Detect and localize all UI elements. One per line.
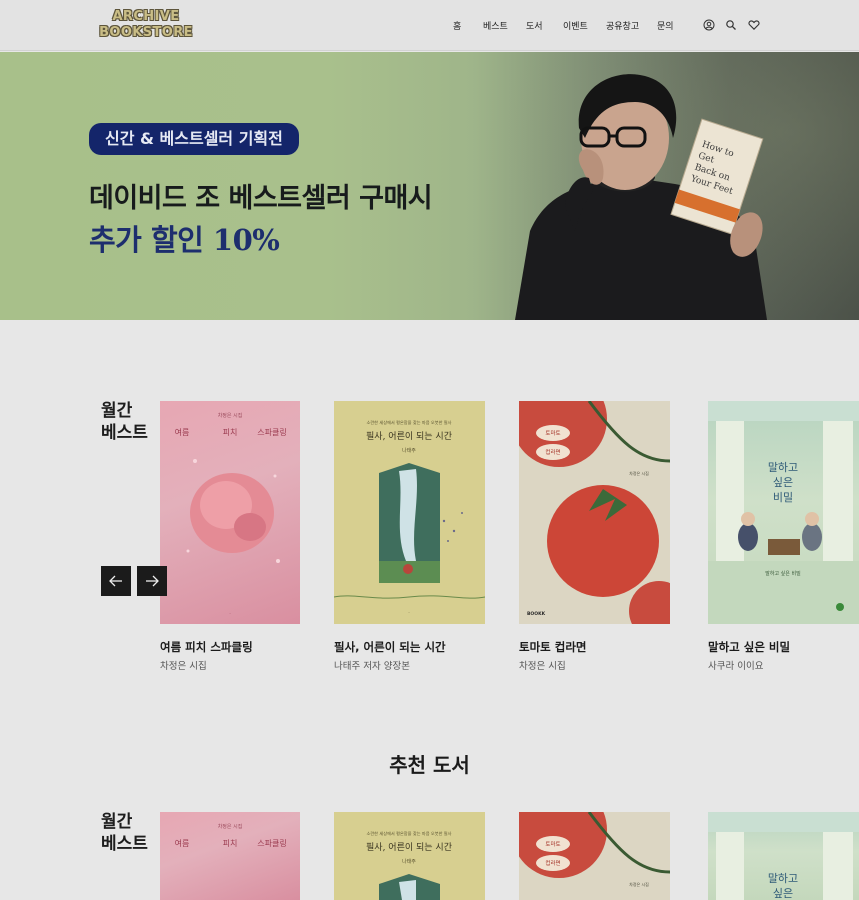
recommended-monthly-best-label: 월간 베스트 <box>101 811 148 855</box>
site-header: ARCHIVE BOOKSTORE 홈 베스트 도서 이벤트 공유창고 문의 <box>0 0 859 51</box>
arrow-right-icon <box>146 575 159 587</box>
book-cover-tomato[interactable]: 토마토 컵라면 차정은 시집 <box>519 812 670 900</box>
logo-line2: BOOKSTORE <box>99 25 193 40</box>
cover-text: 말하고 <box>768 871 798 885</box>
book-subtitle: 차정은 시집 <box>519 661 566 672</box>
cover-text: 차정은 시집 <box>629 881 649 887</box>
nav-books[interactable]: 도서 <box>526 19 543 32</box>
book-subtitle: 사쿠라 이이요 <box>708 661 764 672</box>
cover-text: 나태주 <box>402 858 416 865</box>
cover-text: 피치 <box>223 839 238 848</box>
book-title[interactable]: 필사, 어른이 되는 시간 <box>334 639 446 655</box>
book-cover-tomato[interactable]: 토마토 컵라면 차정은 시집 BOOKK <box>519 401 670 624</box>
nav-events[interactable]: 이벤트 <box>563 19 588 32</box>
carousel-prev-button[interactable] <box>101 566 131 596</box>
cover-text: 스파클링 <box>257 838 286 848</box>
user-icon[interactable] <box>703 19 715 31</box>
recommended-label-line2: 베스트 <box>101 834 148 854</box>
cover-text: 컵라면 <box>545 859 560 867</box>
cover-text: 비밀 <box>773 491 793 504</box>
cover-text: 소란한 세상에서 평온함을 찾는 마음 오븟한 필사 <box>366 419 451 426</box>
monthly-best-label: 월간 베스트 <box>101 400 148 444</box>
cover-text: 여름 <box>175 427 190 437</box>
cover-text: 토마토 <box>545 429 560 437</box>
cover-text: 나태주 <box>402 447 416 454</box>
book-title[interactable]: 말하고 싶은 비밀 <box>708 639 790 655</box>
hero-discount: 추가 할인 10% <box>89 223 280 257</box>
book-cover-pilsa[interactable]: 소란한 세상에서 평온함을 찾는 마음 오븟한 필사 필사, 어른이 되는 시간… <box>334 401 485 624</box>
cover-text: 차정은 시집 <box>218 823 243 830</box>
book-cover-pilsa[interactable]: 소란한 세상에서 평온함을 찾는 마음 오븟한 필사 필사, 어른이 되는 시간… <box>334 812 485 900</box>
book-title[interactable]: 토마토 컵라면 <box>519 639 586 655</box>
nav-inquiry[interactable]: 문의 <box>657 19 674 32</box>
logo-line1: ARCHIVE <box>112 9 180 24</box>
nav-shared-storage[interactable]: 공유창고 <box>606 19 639 32</box>
cover-text: 토마토 <box>545 840 560 848</box>
recommended-title: 추천 도서 <box>389 753 470 777</box>
svg-text:·: · <box>229 611 231 617</box>
heart-icon[interactable] <box>748 19 760 31</box>
monthly-best-label-line2: 베스트 <box>101 423 148 443</box>
site-logo[interactable]: ARCHIVE BOOKSTORE <box>98 9 194 41</box>
cover-text: 필사, 어른이 되는 시간 <box>366 430 452 442</box>
search-icon[interactable] <box>725 19 737 31</box>
cover-text: 차정은 시집 <box>629 470 649 476</box>
cover-text: 싶은 <box>773 476 793 489</box>
cover-text: 말하고 <box>768 460 798 474</box>
book-title[interactable]: 여름 피치 스파클링 <box>160 639 253 655</box>
author-photo: How to Get Back on Your Feet <box>515 74 767 320</box>
nav-home[interactable]: 홈 <box>453 19 461 32</box>
cover-text: 스파클링 <box>257 427 286 437</box>
book-cover-secret[interactable]: 말하고 싶은 비밀 말하고 싶은 비밀 <box>708 401 859 624</box>
book-subtitle: 나태주 저자 양장본 <box>334 661 410 672</box>
cover-text: 소란한 세상에서 평온함을 찾는 마음 오븟한 필사 <box>366 830 451 837</box>
svg-text:·: · <box>408 610 409 615</box>
arrow-left-icon <box>109 575 122 587</box>
nav-best[interactable]: 베스트 <box>483 19 508 32</box>
cover-text: 차정은 시집 <box>218 412 243 419</box>
hero-badge: 신간 & 베스트셀러 기획전 <box>89 123 299 155</box>
recommended-label-line1: 월간 <box>101 812 133 832</box>
monthly-best-label-line1: 월간 <box>101 401 133 421</box>
cover-text: 컵라면 <box>545 448 560 456</box>
carousel-next-button[interactable] <box>137 566 167 596</box>
cover-text: BOOKK <box>527 611 546 617</box>
book-cover-peach[interactable]: 차정은 시집 여름 피치 스파클링 <box>160 812 300 900</box>
book-cover-peach[interactable]: 차정은 시집 여름 피치 스파클링 · <box>160 401 300 624</box>
book-subtitle: 차정은 시집 <box>160 661 207 672</box>
hero-headline: 데이비드 조 베스트셀러 구매시 <box>89 183 433 214</box>
cover-text: 싶은 <box>773 887 793 900</box>
cover-text: 피치 <box>223 428 238 437</box>
hero-banner[interactable]: 신간 & 베스트셀러 기획전 데이비드 조 베스트셀러 구매시 추가 할인 10… <box>0 52 859 320</box>
cover-text: 필사, 어른이 되는 시간 <box>366 841 452 853</box>
cover-text: 여름 <box>175 838 190 848</box>
book-cover-secret[interactable]: 말하고 싶은 <box>708 812 859 900</box>
cover-text: 말하고 싶은 비밀 <box>765 570 801 577</box>
